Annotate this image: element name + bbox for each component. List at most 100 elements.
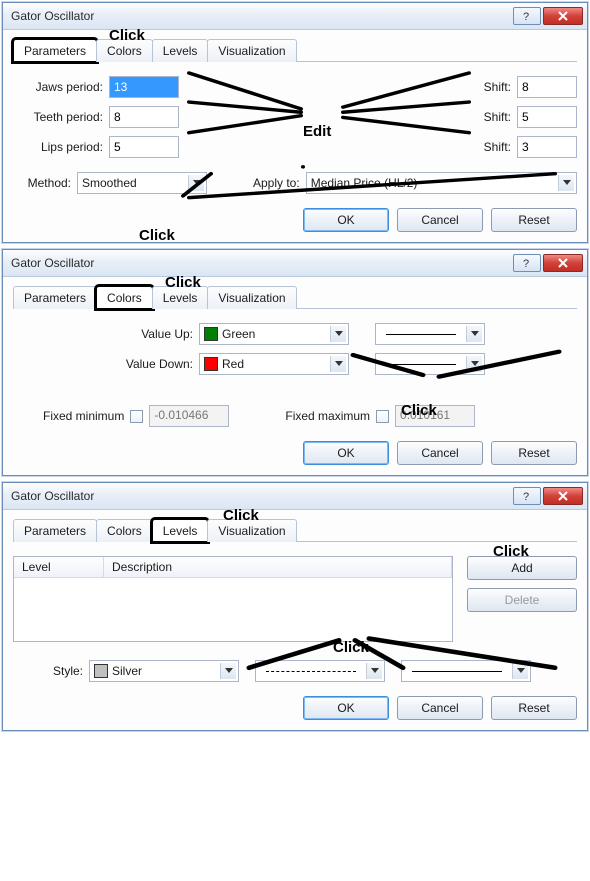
teeth-label: Teeth period: [13,110,103,124]
line-sample-icon [266,671,356,672]
method-label: Method: [13,176,71,190]
style-label: Style: [13,664,83,678]
ok-button[interactable]: OK [303,208,389,232]
tab-visualization[interactable]: Visualization [207,286,296,309]
style-width-select[interactable] [401,660,531,682]
dialog-levels: Gator Oscillator ? Parameters Colors Lev… [2,482,588,731]
valuedown-line-select[interactable] [375,353,485,375]
valuedown-color-select[interactable]: Red [199,353,349,375]
col-description[interactable]: Description [104,557,452,577]
jaws-label: Jaws period: [13,80,103,94]
tab-visualization[interactable]: Visualization [207,519,296,542]
list-header: Level Description [14,557,452,578]
chevron-down-icon [330,326,346,342]
tab-levels[interactable]: Levels [152,286,209,309]
style-color-name: Silver [112,664,142,678]
tab-colors[interactable]: Colors [96,519,153,542]
color-swatch-icon [204,357,218,371]
teeth-input[interactable] [109,106,179,128]
levels-listbox[interactable]: Level Description [13,556,453,642]
shift-teeth-label: Shift: [484,110,511,124]
tab-colors[interactable]: Colors [96,39,153,62]
dialog-parameters: Gator Oscillator ? Parameters Colors Lev… [2,2,588,243]
shift-jaws-label: Shift: [484,80,511,94]
svg-text:?: ? [523,258,529,269]
chevron-down-icon [512,663,528,679]
dialog-title: Gator Oscillator [11,9,511,23]
shift-jaws-input[interactable] [517,76,577,98]
lips-label: Lips period: [13,140,103,154]
help-button[interactable]: ? [513,487,541,505]
tab-visualization[interactable]: Visualization [207,39,296,62]
style-color-select[interactable]: Silver [89,660,239,682]
valueup-label: Value Up: [113,327,193,341]
chevron-down-icon [558,175,574,191]
fixedmax-value: 0.010161 [395,405,475,427]
jaws-input[interactable] [109,76,179,98]
tab-parameters[interactable]: Parameters [13,286,97,309]
tab-levels[interactable]: Levels [152,39,209,62]
valueup-color-select[interactable]: Green [199,323,349,345]
titlebar[interactable]: Gator Oscillator ? [3,483,587,510]
svg-text:?: ? [523,491,529,502]
chevron-down-icon [220,663,236,679]
dialog-title: Gator Oscillator [11,256,511,270]
fixedmax-label: Fixed maximum [285,409,370,423]
reset-button[interactable]: Reset [491,441,577,465]
chevron-down-icon [366,663,382,679]
delete-button[interactable]: Delete [467,588,577,612]
svg-text:?: ? [523,11,529,22]
tab-strip: Parameters Colors Levels Visualization [13,518,577,542]
valuedown-label: Value Down: [113,357,193,371]
titlebar[interactable]: Gator Oscillator ? [3,3,587,30]
valueup-line-select[interactable] [375,323,485,345]
chevron-down-icon [188,175,204,191]
cancel-button[interactable]: Cancel [397,696,483,720]
close-button[interactable] [543,7,583,25]
tab-strip: Parameters Colors Levels Visualization [13,38,577,62]
lips-input[interactable] [109,136,179,158]
shift-lips-input[interactable] [517,136,577,158]
line-sample-icon [386,364,456,365]
method-select[interactable]: Smoothed [77,172,207,194]
help-button[interactable]: ? [513,7,541,25]
applyto-value: Median Price (HL/2) [311,176,418,190]
chevron-down-icon [466,326,482,342]
reset-button[interactable]: Reset [491,696,577,720]
shift-teeth-input[interactable] [517,106,577,128]
valueup-color-name: Green [222,327,255,341]
dialog-title: Gator Oscillator [11,489,511,503]
tab-colors[interactable]: Colors [96,286,153,309]
add-button[interactable]: Add [467,556,577,580]
ok-button[interactable]: OK [303,696,389,720]
fixedmin-value: -0.010466 [149,405,229,427]
color-swatch-icon [204,327,218,341]
applyto-select[interactable]: Median Price (HL/2) [306,172,577,194]
method-value: Smoothed [82,176,137,190]
applyto-label: Apply to: [253,176,300,190]
dialog-colors: Gator Oscillator ? Parameters Colors Lev… [2,249,588,476]
fixedmin-label: Fixed minimum [43,409,124,423]
close-button[interactable] [543,254,583,272]
shift-lips-label: Shift: [484,140,511,154]
style-line-select[interactable] [255,660,385,682]
tab-strip: Parameters Colors Levels Visualization [13,285,577,309]
ok-button[interactable]: OK [303,441,389,465]
help-button[interactable]: ? [513,254,541,272]
fixedmax-checkbox[interactable] [376,410,389,423]
close-button[interactable] [543,487,583,505]
reset-button[interactable]: Reset [491,208,577,232]
line-sample-icon [386,334,456,335]
tab-parameters[interactable]: Parameters [13,39,97,62]
tab-parameters[interactable]: Parameters [13,519,97,542]
titlebar[interactable]: Gator Oscillator ? [3,250,587,277]
col-level[interactable]: Level [14,557,104,577]
cancel-button[interactable]: Cancel [397,208,483,232]
cancel-button[interactable]: Cancel [397,441,483,465]
valuedown-color-name: Red [222,357,244,371]
chevron-down-icon [330,356,346,372]
chevron-down-icon [466,356,482,372]
color-swatch-icon [94,664,108,678]
tab-levels[interactable]: Levels [152,519,209,542]
fixedmin-checkbox[interactable] [130,410,143,423]
